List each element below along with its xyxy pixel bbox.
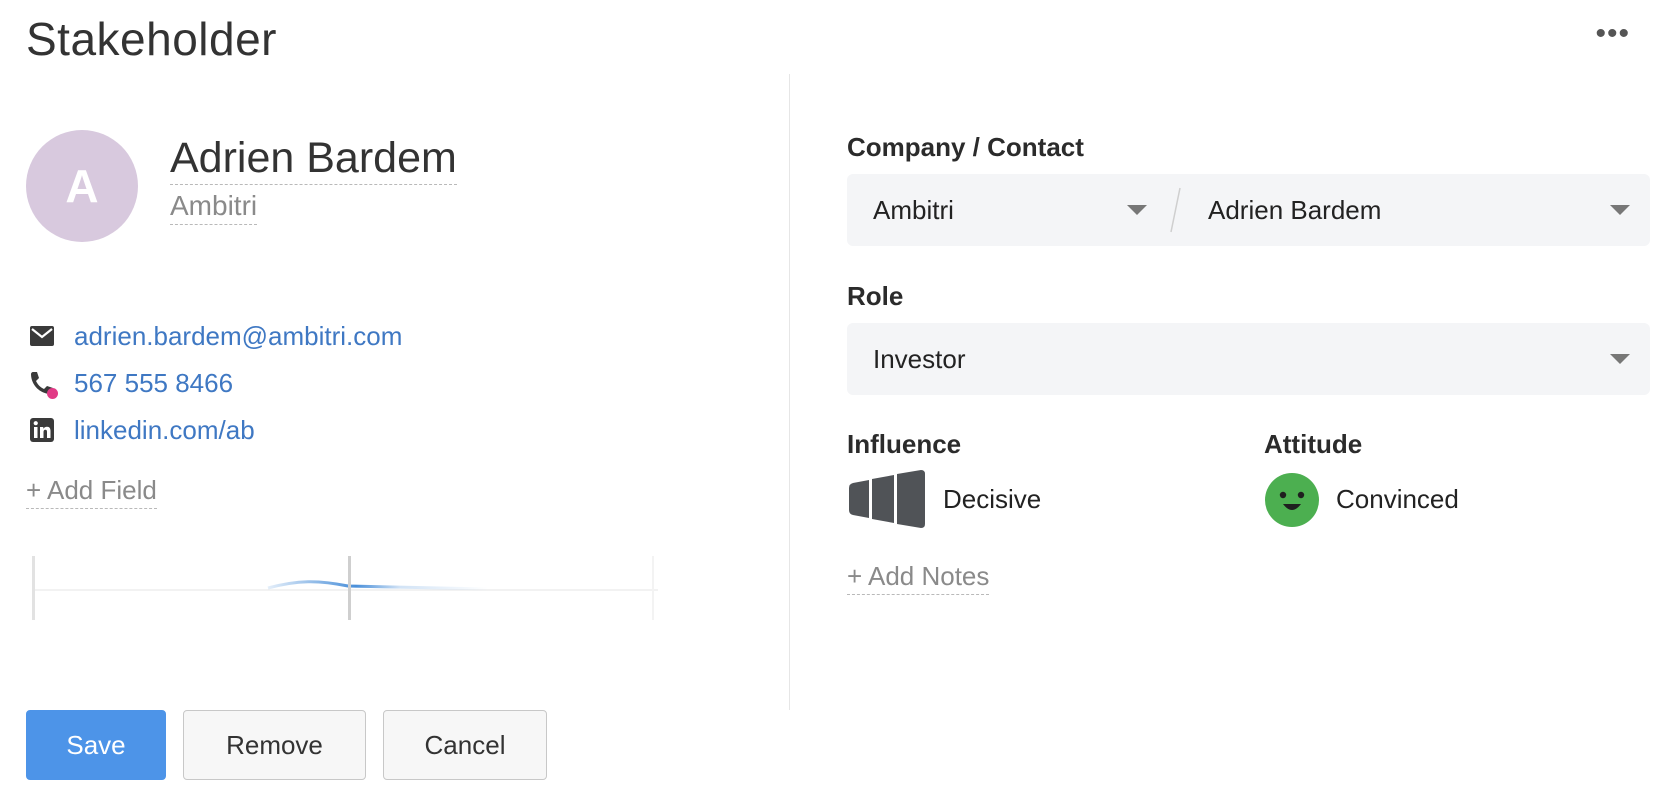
more-options-icon[interactable]: •••: [1595, 19, 1630, 49]
add-field-button[interactable]: + Add Field: [26, 475, 157, 509]
activity-sparkline: [32, 556, 658, 620]
phone-icon: [26, 367, 58, 399]
page-title: Stakeholder: [26, 13, 277, 65]
attitude-value: Convinced: [1336, 484, 1459, 514]
company-contact-label: Company / Contact: [847, 132, 1084, 162]
avatar: A: [26, 130, 138, 242]
sparkline-end-marker: [652, 556, 654, 620]
company-dropdown-value: Ambitri: [873, 194, 954, 225]
contact-phone-row: 567 555 8466: [26, 365, 233, 401]
attitude-label: Attitude: [1264, 429, 1363, 459]
role-dropdown[interactable]: Investor: [847, 323, 1650, 395]
column-divider: [789, 74, 790, 710]
envelope-icon: [26, 320, 58, 352]
stakeholder-name[interactable]: Adrien Bardem: [170, 134, 457, 185]
linkedin-link[interactable]: linkedin.com/ab: [74, 415, 255, 446]
sparkline-start-marker: [32, 556, 35, 620]
influence-value: Decisive: [943, 484, 1042, 514]
linkedin-icon: [26, 414, 58, 446]
influence-label: Influence: [847, 429, 962, 459]
chevron-down-icon: [1127, 205, 1147, 215]
influence-gauge-icon[interactable]: [847, 470, 927, 528]
contact-linkedin-row: linkedin.com/ab: [26, 412, 255, 448]
company-contact-select: Ambitri Adrien Bardem: [847, 174, 1650, 246]
company-dropdown[interactable]: Ambitri: [847, 174, 1167, 246]
contact-dropdown-value: Adrien Bardem: [1208, 194, 1382, 225]
stakeholder-company[interactable]: Ambitri: [170, 190, 258, 225]
sparkline-current-marker: [348, 556, 351, 620]
remove-button[interactable]: Remove: [183, 710, 366, 780]
cancel-button[interactable]: Cancel: [383, 710, 547, 780]
separator-slash: [1170, 187, 1181, 233]
chevron-down-icon: [1610, 354, 1630, 364]
sparkline-curve: [267, 580, 489, 591]
contact-email-row: adrien.bardem@ambitri.com: [26, 318, 402, 354]
contact-dropdown[interactable]: Adrien Bardem: [1182, 174, 1650, 246]
role-dropdown-value: Investor: [873, 343, 966, 374]
add-notes-button[interactable]: + Add Notes: [847, 561, 990, 595]
role-select: Investor: [847, 323, 1650, 395]
avatar-initial: A: [65, 160, 99, 212]
save-button[interactable]: Save: [26, 710, 166, 780]
email-link[interactable]: adrien.bardem@ambitri.com: [74, 321, 402, 352]
smiley-face-icon[interactable]: [1264, 472, 1320, 528]
phone-status-dot: [47, 388, 58, 399]
phone-link[interactable]: 567 555 8466: [74, 368, 233, 399]
role-label: Role: [847, 281, 904, 311]
chevron-down-icon: [1610, 205, 1630, 215]
